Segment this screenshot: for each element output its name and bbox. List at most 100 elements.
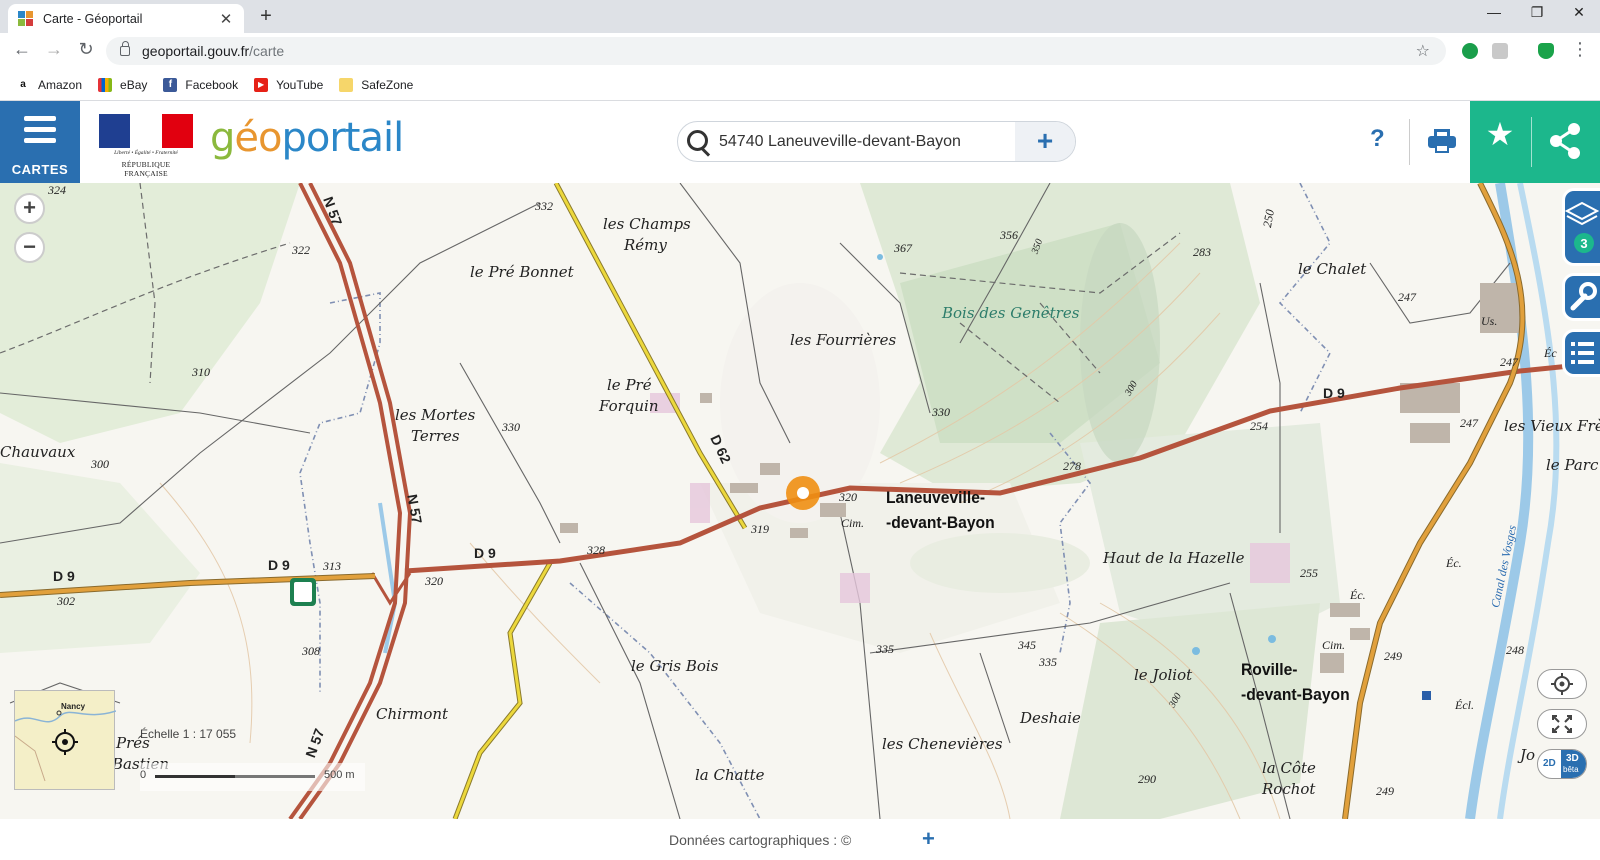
map-label: les Fourrières [790, 331, 897, 349]
share-icon[interactable] [1532, 101, 1600, 183]
map-label: le Chalet [1298, 260, 1367, 278]
map-label: Haut de la Hazelle [1103, 549, 1245, 567]
geolocate-button[interactable] [1537, 669, 1587, 699]
town-label-laneuveville: Laneuveville- -devant-Bayon [886, 488, 995, 532]
altitude-label: 330 [502, 420, 520, 434]
republic-motto: Liberté • Égalité • Fraternité [114, 150, 178, 156]
tab-close-icon[interactable]: ✕ [218, 10, 234, 28]
bookmark-youtube[interactable]: ▶ YouTube [254, 77, 323, 92]
map-label: les Mortes [395, 406, 476, 424]
search-input[interactable]: 54740 Laneuveville-devant-Bayon [719, 133, 961, 151]
user-actions-panel: ★ [1470, 101, 1600, 183]
help-button[interactable]: ? [1370, 125, 1385, 153]
scale-label: Échelle 1 : 17 055 [140, 727, 237, 741]
scale-zero: 0 [140, 769, 147, 781]
facebook-icon: f [163, 77, 178, 92]
altitude-label: 332 [535, 199, 553, 213]
minimap-city-label: Nancy [61, 702, 86, 711]
wrench-icon [1570, 282, 1597, 311]
map-label: le Joliot [1134, 666, 1193, 684]
topographic-map-canvas[interactable] [0, 183, 1600, 819]
search-box[interactable]: 54740 Laneuveville-devant-Bayon + [677, 121, 1076, 162]
road-label: D 9 [268, 557, 290, 573]
altitude-label: 302 [57, 594, 75, 608]
bookmark-amazon[interactable]: a Amazon [16, 78, 82, 92]
altitude-label: 248 [1506, 643, 1524, 657]
altitude-label: 320 [425, 574, 443, 588]
map-view[interactable]: les Champs Rémy le Pré Bonnet les Fourri… [0, 183, 1600, 819]
view-mode-toggle[interactable]: 2D 3D bêta [1537, 749, 1587, 779]
map-label: Chirmont [376, 705, 449, 723]
altitude-label: 356 [1000, 228, 1018, 242]
altitude-label: 319 [751, 522, 769, 536]
map-label: Terres [411, 427, 460, 445]
reload-icon[interactable]: ↻ [74, 39, 98, 60]
scale-bar: 0 500 m [140, 763, 365, 791]
bookmark-ebay[interactable]: eBay [98, 77, 147, 92]
map-label: la Chatte [695, 766, 765, 784]
fullscreen-button[interactable] [1537, 709, 1587, 739]
close-window-icon[interactable]: ✕ [1567, 4, 1591, 21]
bookmark-safezone[interactable]: SafeZone [339, 77, 413, 92]
altitude-label: 249 [1376, 784, 1394, 798]
tab-title: Carte - Géoportail [43, 11, 143, 26]
search-icon[interactable] [687, 130, 711, 154]
expand-icon [1552, 715, 1572, 733]
map-label: Rémy [624, 236, 667, 254]
school-label: Écl. [1455, 698, 1474, 712]
mode-3d-button[interactable]: 3D bêta [1561, 750, 1586, 778]
adblock-extension-icon[interactable] [1462, 43, 1478, 59]
mode-3d-beta-label: bêta [1563, 765, 1579, 774]
cartes-label: CARTES [11, 162, 69, 177]
legend-tab[interactable] [1562, 329, 1600, 377]
layers-tab[interactable]: 3 [1562, 188, 1600, 266]
map-label: les Champs [603, 215, 691, 233]
advanced-search-plus-button[interactable]: + [1015, 122, 1075, 161]
geoportail-header: CARTES Liberté • Égalité • Fraternité RÉ… [0, 101, 1600, 183]
browser-menu-icon[interactable]: ⋮ [1568, 39, 1592, 60]
header-divider [1409, 119, 1410, 165]
new-tab-icon[interactable]: + [255, 5, 277, 28]
altitude-label: 345 [1018, 638, 1036, 652]
forward-icon[interactable]: → [42, 39, 66, 60]
print-icon[interactable] [1428, 129, 1456, 153]
altitude-label: 250 [1260, 208, 1277, 229]
geoportail-logo[interactable]: géoportail [210, 115, 404, 161]
zoom-in-button[interactable]: + [14, 193, 45, 224]
altitude-label: 283 [1193, 245, 1211, 259]
cemetery-label: Cim. [1322, 638, 1346, 652]
layers-count-badge: 3 [1580, 236, 1587, 251]
altitude-label: 310 [192, 365, 210, 379]
bookmark-star-icon[interactable]: ☆ [1416, 41, 1430, 61]
altitude-label: 324 [48, 183, 66, 197]
map-label: le Pré Bonnet [470, 263, 574, 281]
school-label: Éc. [1446, 556, 1462, 570]
browser-tab[interactable]: Carte - Géoportail ✕ [8, 4, 244, 33]
address-bar[interactable]: geoportail.gouv.fr/carte ☆ [106, 37, 1446, 65]
altitude-label: 249 [1384, 649, 1402, 663]
bookmarks-bar: a Amazon eBay f Facebook ▶ YouTube SafeZone [0, 69, 1600, 101]
geoportail-favicon-icon [18, 10, 34, 27]
cartes-menu-button[interactable]: CARTES [0, 101, 80, 183]
back-icon[interactable]: ← [10, 39, 34, 60]
bookmark-facebook[interactable]: f Facebook [163, 77, 238, 92]
mode-2d-label[interactable]: 2D [1543, 758, 1556, 769]
zoom-out-button[interactable]: − [14, 232, 45, 263]
shield-extension-icon[interactable] [1538, 43, 1554, 59]
altitude-label: 247 [1500, 355, 1518, 369]
map-data-credit: Données cartographiques : © [669, 832, 852, 848]
restore-icon[interactable]: ❐ [1525, 4, 1549, 21]
browser-tab-strip: Carte - Géoportail ✕ + — ❐ ✕ [0, 0, 1600, 33]
altitude-label: 335 [876, 642, 894, 656]
overview-minimap[interactable]: Nancy [14, 690, 116, 790]
favorites-star-icon[interactable]: ★ [1470, 115, 1530, 153]
tools-tab[interactable] [1562, 273, 1600, 321]
minimize-icon[interactable]: — [1482, 4, 1506, 20]
crosshair-icon [1551, 673, 1573, 695]
map-label: le Gris Bois [631, 657, 719, 675]
credit-expand-plus-icon[interactable]: + [922, 826, 935, 852]
drive-extension-icon[interactable] [1492, 43, 1508, 59]
url-text: geoportail.gouv.fr/carte [142, 43, 285, 59]
altitude-label: 330 [932, 405, 950, 419]
map-label: Chauvaux [0, 443, 76, 461]
